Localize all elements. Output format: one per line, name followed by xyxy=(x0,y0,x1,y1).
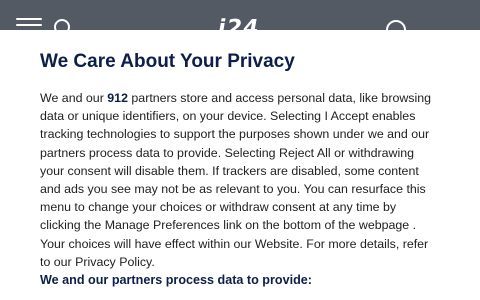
consent-description: We and our 912 partners store and access… xyxy=(40,89,440,271)
consent-body-text: partners store and access personal data,… xyxy=(40,91,432,269)
privacy-consent-dialog: We Care About Your Privacy We and our 91… xyxy=(0,30,480,300)
purposes-heading: We and our partners process data to prov… xyxy=(40,273,312,288)
partner-count: 912 xyxy=(107,91,128,105)
consent-intro-text: We and our xyxy=(40,91,108,105)
dialog-title: We Care About Your Privacy xyxy=(40,51,295,72)
